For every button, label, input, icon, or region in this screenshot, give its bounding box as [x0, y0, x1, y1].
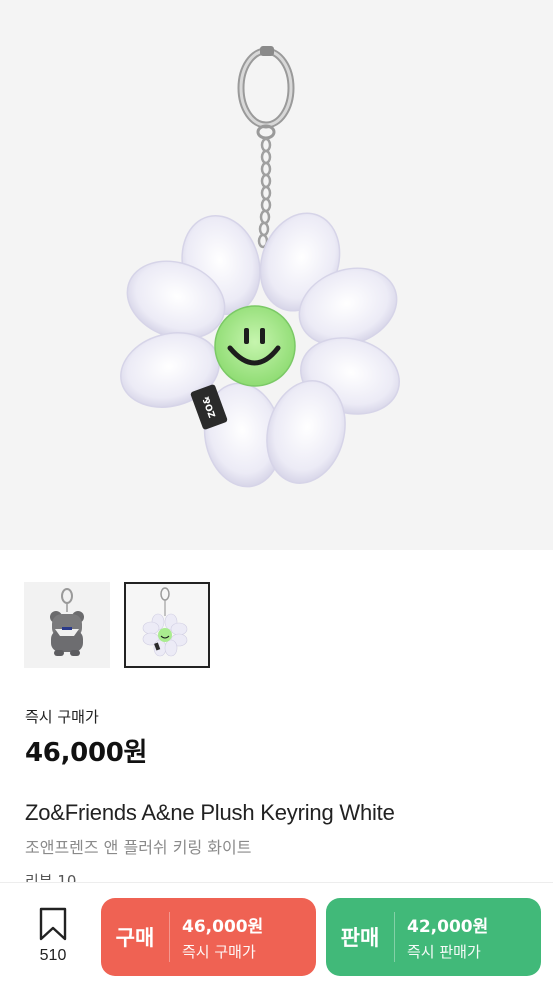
product-hero-image[interactable]: ZO&: [0, 0, 553, 550]
gray-bear-keyring-image: [50, 588, 84, 656]
thumbnail-strip: [24, 582, 210, 668]
thumbnail-2[interactable]: [124, 582, 210, 668]
sell-button-label: 판매: [340, 926, 380, 950]
white-flower-keyring-image: [142, 587, 188, 657]
sell-price-label: 즉시 판매가: [407, 943, 481, 961]
buy-button-label: 구매: [115, 926, 155, 950]
keyring-chain: [257, 137, 272, 249]
sell-price: 42,000원: [407, 917, 489, 937]
product-title-ko: 조앤프렌즈 앤 플러쉬 키링 화이트: [25, 838, 252, 857]
flower-keyring-illustration: ZO&: [120, 46, 400, 488]
smiley-center: [214, 305, 296, 387]
product-title-en: Zo&Friends A&ne Plush Keyring White: [25, 800, 395, 825]
bottom-action-bar: 510 구매 46,000원 즉시 구매가 판매 42,000원 즉시 판매가: [0, 882, 553, 985]
bookmark-button[interactable]: 510: [30, 907, 76, 969]
buy-price: 46,000원: [182, 917, 264, 937]
instant-buy-price-label: 즉시 구매가: [25, 708, 99, 726]
bookmark-icon: [39, 907, 67, 941]
instant-buy-price: 46,000원: [25, 738, 148, 768]
buy-price-label: 즉시 구매가: [182, 943, 256, 961]
sell-button[interactable]: 판매 42,000원 즉시 판매가: [326, 898, 541, 976]
thumbnail-1[interactable]: [24, 582, 110, 668]
bookmark-count: 510: [39, 947, 67, 964]
buy-button[interactable]: 구매 46,000원 즉시 구매가: [101, 898, 316, 976]
keyring-ring: [237, 46, 295, 140]
